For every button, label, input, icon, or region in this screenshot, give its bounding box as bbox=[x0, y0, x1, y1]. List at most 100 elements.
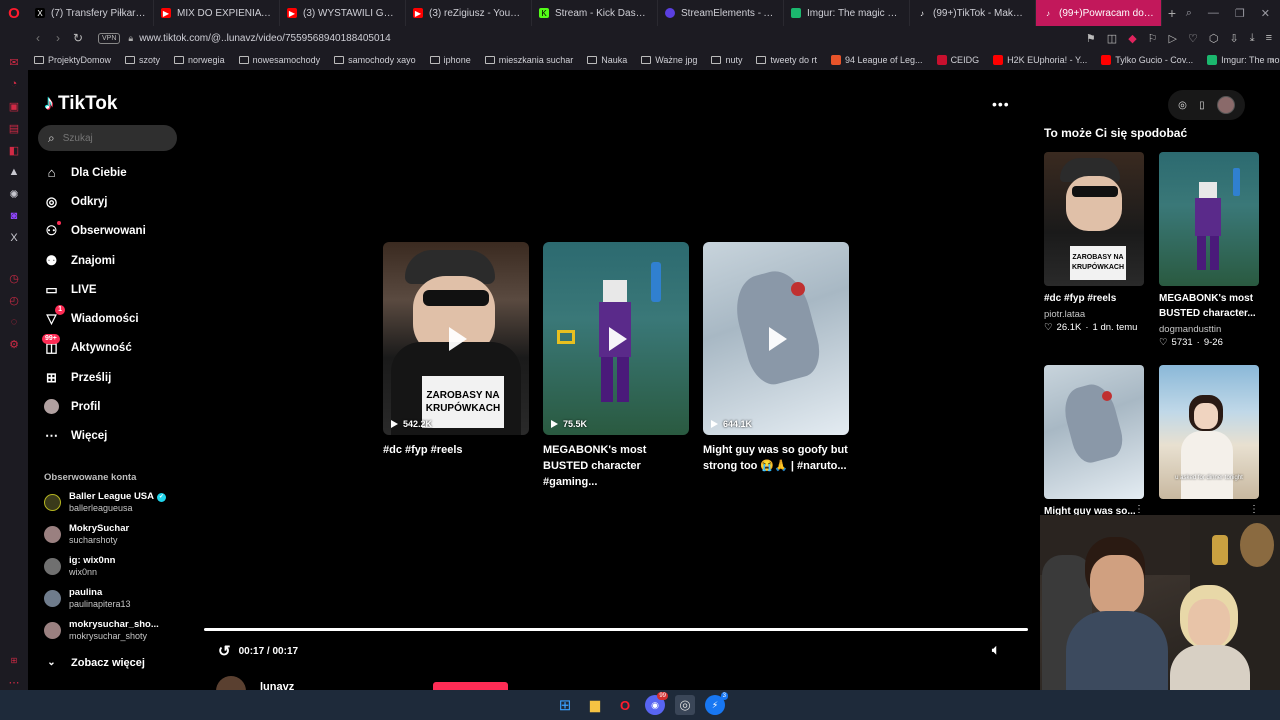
chatgpt-icon[interactable]: ✺ bbox=[7, 186, 21, 202]
nav-following[interactable]: ⚇ Obserwowani bbox=[44, 221, 146, 238]
search-tabs-icon[interactable]: ⌕ bbox=[1186, 7, 1192, 20]
followed-account[interactable]: Baller League USA ✓ ballerleagueusa bbox=[44, 491, 166, 514]
browser-tab[interactable]: ▶ (3) WYSTAWILI GO! SAB bbox=[280, 0, 406, 26]
gmail-icon[interactable]: ◧ bbox=[7, 142, 21, 158]
volume-icon[interactable]: 🔈︎ bbox=[992, 642, 1000, 658]
twitch-icon[interactable]: ◙ bbox=[7, 208, 21, 224]
recommended-thumbnail[interactable]: ZAROBASY NA KRUPÓWKACH bbox=[1044, 152, 1144, 286]
nav-upload[interactable]: ⊞ Prześlij bbox=[44, 370, 111, 385]
more-options-icon[interactable]: ⋮ bbox=[1134, 504, 1144, 515]
browser-tab[interactable]: ▶ (3) reZigiusz - YouTube bbox=[406, 0, 532, 26]
camera-icon[interactable]: ◫ bbox=[1107, 32, 1117, 45]
nav-more[interactable]: ⋯ Więcej bbox=[44, 428, 107, 443]
nav-friends[interactable]: ⚉ Znajomi bbox=[44, 253, 115, 268]
recommended-author[interactable]: dogmandusttin bbox=[1159, 324, 1221, 335]
opera-logo-icon[interactable]: O bbox=[0, 0, 28, 26]
aria-ai-icon[interactable]: ▲ bbox=[7, 164, 21, 180]
chat-icon[interactable]: ◌ bbox=[7, 314, 21, 330]
sidebar-more-icon[interactable]: ⋯ bbox=[7, 674, 21, 690]
bookmark-folder[interactable]: mieszkania suchar bbox=[484, 55, 573, 65]
bookmarks-overflow-icon[interactable]: › bbox=[1271, 55, 1274, 66]
bookmark-site[interactable]: Imgur: The most a... bbox=[1207, 55, 1280, 65]
tiktok-logo[interactable]: ♪ TikTok bbox=[44, 92, 117, 115]
discord-icon[interactable]: ◉ 99 bbox=[645, 692, 668, 715]
vpn-badge[interactable]: VPN bbox=[98, 32, 121, 44]
settings-icon[interactable]: ⚙ bbox=[7, 336, 21, 352]
bookmark-site[interactable]: CEIDG bbox=[936, 55, 979, 65]
followed-account[interactable]: paulina paulinapitera13 bbox=[44, 587, 131, 610]
video-thumbnail[interactable]: 644.1K bbox=[703, 242, 849, 435]
recommended-caption[interactable]: MEGABONK's most BUSTED character... bbox=[1159, 291, 1259, 321]
bookmark-site[interactable]: Tylko Gucio - Cov... bbox=[1101, 55, 1193, 65]
followed-account[interactable]: mokrysuchar_sho... mokrysuchar_shoty bbox=[44, 619, 159, 642]
recommended-thumbnail[interactable]: u asked for dinner tonight bbox=[1159, 365, 1259, 499]
menu-icon[interactable]: ≡ bbox=[1266, 32, 1272, 44]
recommended-thumbnail[interactable] bbox=[1044, 365, 1144, 499]
extensions-icon[interactable]: ⬡ bbox=[1209, 32, 1219, 45]
coins-icon[interactable]: ◎ bbox=[1178, 100, 1187, 111]
bookmark-folder[interactable]: Ważne jpg bbox=[641, 55, 697, 65]
video-progress-bar[interactable] bbox=[204, 628, 1028, 631]
messenger-icon[interactable]: ▤ bbox=[7, 120, 21, 136]
bookmark-folder[interactable]: tweety do rt bbox=[756, 55, 817, 65]
recommended-thumbnail[interactable] bbox=[1159, 152, 1259, 286]
more-options-icon[interactable]: ⋮ bbox=[1249, 504, 1259, 515]
maximize-icon[interactable]: ❐ bbox=[1235, 7, 1245, 20]
browser-tab[interactable]: K Stream - Kick Dashboard bbox=[532, 0, 658, 26]
sidebar-setup-icon[interactable]: ⊞ bbox=[7, 652, 21, 668]
clock-icon[interactable]: ◴ bbox=[7, 292, 21, 308]
download-icon[interactable]: ⤓ bbox=[1250, 32, 1255, 45]
replay-icon[interactable]: ↺ bbox=[218, 642, 231, 660]
history-icon[interactable]: ◷ bbox=[7, 270, 21, 286]
browser-tab[interactable]: X (7) Transfery Piłkarskie w bbox=[28, 0, 154, 26]
adblock-icon[interactable]: ◆ bbox=[1128, 32, 1136, 45]
minimize-icon[interactable]: — bbox=[1208, 7, 1219, 19]
browser-tab[interactable]: ▶ MIX DO EXPIENIA W bbox=[154, 0, 280, 26]
video-caption[interactable]: MEGABONK's most BUSTED character #gaming… bbox=[543, 442, 689, 490]
browser-tab-active[interactable]: ♪ (99+)Powracam do robien bbox=[1036, 0, 1162, 26]
bookmark-folder[interactable]: ProjektyDomow bbox=[34, 55, 111, 65]
file-explorer-icon[interactable]: ▆ bbox=[585, 695, 605, 715]
search-input[interactable] bbox=[62, 132, 163, 144]
nav-messages[interactable]: ▽ 1 Wiadomości bbox=[44, 305, 139, 326]
bookmark-folder[interactable]: szoty bbox=[125, 55, 160, 65]
nav-profile[interactable]: Profil bbox=[44, 399, 100, 414]
browser-tab[interactable]: Imgur: The magic of the bbox=[784, 0, 910, 26]
aria-icon[interactable]: ◔ bbox=[7, 76, 21, 92]
reload-icon[interactable]: ↻ bbox=[68, 31, 88, 45]
video-thumbnail[interactable]: 75.5K bbox=[543, 242, 689, 435]
bookmark-folder[interactable]: iphone bbox=[429, 55, 471, 65]
nav-for-you[interactable]: ⌂ Dla Ciebie bbox=[44, 165, 127, 180]
recommended-caption[interactable]: #dc #fyp #reels bbox=[1044, 291, 1144, 306]
mail-icon[interactable]: ✉ bbox=[7, 54, 21, 70]
user-avatar[interactable] bbox=[1216, 96, 1235, 114]
forward-icon[interactable]: › bbox=[48, 31, 68, 45]
obs-icon[interactable]: ◎ bbox=[675, 695, 695, 715]
video-caption[interactable]: Might guy was so goofy but strong too 😭🙏… bbox=[703, 442, 849, 474]
wallet-icon[interactable]: ▣ bbox=[7, 98, 21, 114]
nav-live[interactable]: ▭ LIVE bbox=[44, 282, 96, 297]
url-field[interactable]: www.tiktok.com/@..lunavz/video/755956894… bbox=[139, 33, 390, 44]
translate-icon[interactable]: ⚐ bbox=[1148, 32, 1158, 45]
browser-tab[interactable]: ♪ (99+)TikTok - Make Your bbox=[910, 0, 1036, 26]
bookmark-site[interactable]: 94 League of Leg... bbox=[830, 55, 923, 65]
more-options-icon[interactable]: ••• bbox=[992, 96, 1010, 112]
easy-setup-icon[interactable]: ⇩ bbox=[1229, 32, 1238, 45]
heart-icon[interactable]: ♡ bbox=[1188, 32, 1198, 45]
see-more-button[interactable]: ⌄ Zobacz więcej bbox=[44, 655, 145, 670]
video-thumbnail[interactable]: ZAROBASY NA KRUPÓWKACH 542.2K bbox=[383, 242, 529, 435]
play-icon[interactable]: ▷ bbox=[1169, 32, 1177, 45]
bookmark-folder[interactable]: Nauka bbox=[587, 55, 627, 65]
video-caption[interactable]: #dc #fyp #reels bbox=[383, 442, 529, 458]
back-icon[interactable]: ‹ bbox=[28, 31, 48, 45]
followed-account[interactable]: MokrySuchar sucharshoty bbox=[44, 523, 129, 546]
opera-icon[interactable]: O bbox=[615, 695, 635, 715]
close-icon[interactable]: ✕ bbox=[1261, 7, 1270, 20]
nav-explore[interactable]: ◎ Odkryj bbox=[44, 194, 108, 209]
windows-start-icon[interactable]: ⊞ bbox=[555, 695, 575, 715]
browser-tab[interactable]: StreamElements - Activi bbox=[658, 0, 784, 26]
bookmark-folder[interactable]: samochody xayo bbox=[334, 55, 416, 65]
lock-icon[interactable]: 🔒︎ bbox=[128, 33, 133, 44]
new-tab-button[interactable]: + bbox=[1162, 5, 1182, 21]
bookmark-icon[interactable]: ⚑ bbox=[1086, 32, 1096, 45]
